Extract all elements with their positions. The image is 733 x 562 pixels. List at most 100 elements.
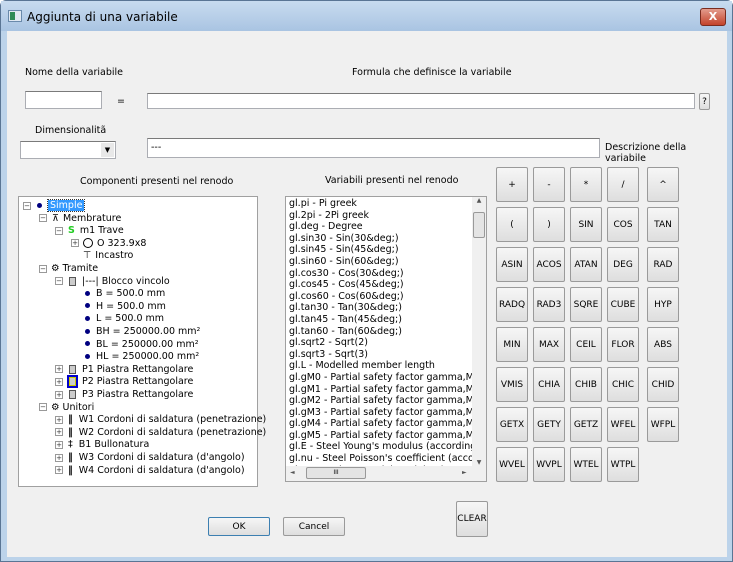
tree-node[interactable]: + ‖ W3 Cordoni di saldatura (d'angolo) (55, 452, 245, 464)
keypad-button[interactable]: RAD (647, 247, 679, 282)
help-button[interactable]: ? (699, 93, 710, 110)
variables-list[interactable]: gl.pi - Pi greek gl.2pi - 2Pi greek gl.deg… (285, 196, 487, 482)
keypad-button[interactable]: ASIN (496, 247, 528, 282)
tree-node[interactable]: BH = 250000.00 mm² (71, 326, 200, 338)
variable-item[interactable]: gl.E - Steel Young's modulus (according … (286, 441, 472, 453)
keypad-button[interactable]: RADQ (496, 287, 528, 322)
keypad-button[interactable]: WTPL (607, 447, 639, 482)
variable-item[interactable]: gl.sin45 - Sin(45&deg;) (286, 244, 472, 256)
scroll-up-arrow[interactable]: ▲ (472, 197, 486, 204)
variable-item[interactable]: gl.gM1 - Partial safety factor gamma,M1 (286, 384, 472, 396)
tree-node[interactable]: H = 500.0 mm (71, 301, 166, 313)
expand-icon[interactable]: + (55, 365, 63, 374)
keypad-button[interactable]: WVEL (496, 447, 528, 482)
variable-item[interactable]: gl.cos60 - Cos(60&deg;) (286, 291, 472, 303)
variable-item[interactable]: gl.tan45 - Tan(45&deg;) (286, 314, 472, 326)
tree-node[interactable]: − ⚙ Unitori (39, 402, 94, 414)
horizontal-scrollbar[interactable]: ◄ III ► (286, 466, 486, 481)
variable-item[interactable]: gl.gM0 - Partial safety factor gamma,M0 (286, 372, 472, 384)
components-tree[interactable]: − Simple − ⊼ Membrature − Sm1 Trave + O 323.9x8 ⊤… (18, 196, 266, 487)
keypad-button[interactable]: CHIA (533, 367, 565, 402)
scroll-left-arrow[interactable]: ◄ (290, 469, 295, 476)
keypad-button[interactable]: ABS (647, 327, 679, 362)
variable-item[interactable]: gl.nu - Steel Poisson's coefficient (acc… (286, 453, 472, 465)
expand-icon[interactable]: + (55, 390, 63, 399)
expand-icon[interactable]: + (55, 453, 63, 462)
close-button[interactable]: X (700, 8, 726, 26)
keypad-button[interactable]: CHIB (570, 367, 602, 402)
variable-item[interactable]: gl.sqrt2 - Sqrt(2) (286, 337, 472, 349)
tree-node[interactable]: + P3 Piastra Rettangolare (55, 389, 193, 401)
scroll-thumb[interactable] (473, 212, 485, 238)
chevron-down-icon[interactable]: ▼ (101, 143, 114, 157)
keypad-button[interactable]: ATAN (570, 247, 602, 282)
hscroll-thumb[interactable]: III (306, 467, 366, 479)
keypad-button[interactable]: SIN (570, 207, 602, 242)
dimension-select[interactable]: ▼ (20, 141, 116, 159)
keypad-button[interactable]: MAX (533, 327, 565, 362)
collapse-icon[interactable]: − (23, 201, 31, 210)
tree-node[interactable]: + P1 Piastra Rettangolare (55, 364, 193, 376)
keypad-button[interactable]: TAN (647, 207, 679, 242)
variable-item[interactable]: gl.2pi - 2Pi greek (286, 210, 472, 222)
expand-icon[interactable]: + (55, 428, 63, 437)
keypad-button[interactable]: WVPL (533, 447, 565, 482)
expand-icon[interactable]: + (55, 377, 63, 386)
cancel-button[interactable]: Cancel (283, 517, 345, 536)
variable-item[interactable]: gl.pi - Pi greek (286, 198, 472, 210)
formula-input[interactable] (147, 93, 695, 109)
variable-item[interactable]: gl.sin30 - Sin(30&deg;) (286, 233, 472, 245)
tree-node[interactable]: + ‖ W4 Cordoni di saldatura (d'angolo) (55, 465, 245, 477)
tree-node[interactable]: − |---| Blocco vincolo (55, 276, 170, 288)
ok-button[interactable]: OK (208, 517, 270, 536)
keypad-button[interactable]: / (607, 167, 639, 202)
variable-item[interactable]: gl.sqrt3 - Sqrt(3) (286, 349, 472, 361)
keypad-button[interactable]: CHIC (607, 367, 639, 402)
keypad-button[interactable]: CHID (647, 367, 679, 402)
variable-item[interactable]: gl.cos45 - Cos(45&deg;) (286, 279, 472, 291)
tree-node[interactable]: − ⚙ Tramite (39, 263, 98, 275)
expand-icon[interactable]: + (55, 415, 63, 424)
tree-node[interactable]: BL = 250000.00 mm² (71, 339, 199, 351)
collapse-icon[interactable]: − (39, 264, 47, 273)
keypad-button[interactable]: WTEL (570, 447, 602, 482)
keypad-button[interactable]: HYP (647, 287, 679, 322)
keypad-button[interactable]: FLOR (607, 327, 639, 362)
tree-node[interactable]: − Sm1 Trave (55, 225, 124, 237)
scroll-down-arrow[interactable]: ▼ (472, 459, 486, 466)
keypad-button[interactable]: DEG (607, 247, 639, 282)
keypad-button[interactable]: VMIS (496, 367, 528, 402)
keypad-button[interactable]: GETX (496, 407, 528, 442)
keypad-button[interactable]: ) (533, 207, 565, 242)
clear-button[interactable]: CLEAR (456, 501, 488, 537)
keypad-button[interactable]: GETY (533, 407, 565, 442)
keypad-button[interactable]: WFPL (647, 407, 679, 442)
tree-node[interactable]: + ‖ W1 Cordoni di saldatura (penetrazione) (55, 414, 266, 426)
keypad-button[interactable]: * (570, 167, 602, 202)
keypad-button[interactable]: MIN (496, 327, 528, 362)
vertical-scrollbar[interactable]: ▲ ▼ (472, 197, 486, 466)
tree-node[interactable]: + O 323.9x8 (71, 238, 146, 250)
tree-node[interactable]: + ‖ W2 Cordoni di saldatura (penetrazione) (55, 427, 266, 439)
keypad-button[interactable]: + (496, 167, 528, 202)
tree-node[interactable]: B = 500.0 mm (71, 288, 165, 300)
keypad-button[interactable]: GETZ (570, 407, 602, 442)
variable-item[interactable]: gl.gM2 - Partial safety factor gamma,M2 (286, 395, 472, 407)
keypad-button[interactable]: WFEL (607, 407, 639, 442)
variable-item[interactable]: gl.tan60 - Tan(60&deg;) (286, 326, 472, 338)
description-input[interactable]: --- (147, 138, 600, 158)
tree-node[interactable]: L = 500.0 mm (71, 313, 164, 325)
variable-item[interactable]: gl.L - Modelled member length (286, 360, 472, 372)
keypad-button[interactable]: COS (607, 207, 639, 242)
variable-item[interactable]: gl.gM5 - Partial safety factor gamma,M5 (286, 430, 472, 442)
keypad-button[interactable]: CEIL (570, 327, 602, 362)
variable-item[interactable]: gl.deg - Degree (286, 221, 472, 233)
keypad-button[interactable]: - (533, 167, 565, 202)
scroll-right-arrow[interactable]: ► (462, 469, 467, 476)
keypad-button[interactable]: ^ (647, 167, 679, 202)
tree-node[interactable]: − ⊼ Membrature (39, 213, 121, 225)
collapse-icon[interactable]: − (55, 226, 63, 235)
collapse-icon[interactable]: − (39, 403, 47, 412)
tree-node[interactable]: + ‡ B1 Bullonatura (55, 439, 149, 451)
expand-icon[interactable]: + (71, 239, 79, 248)
